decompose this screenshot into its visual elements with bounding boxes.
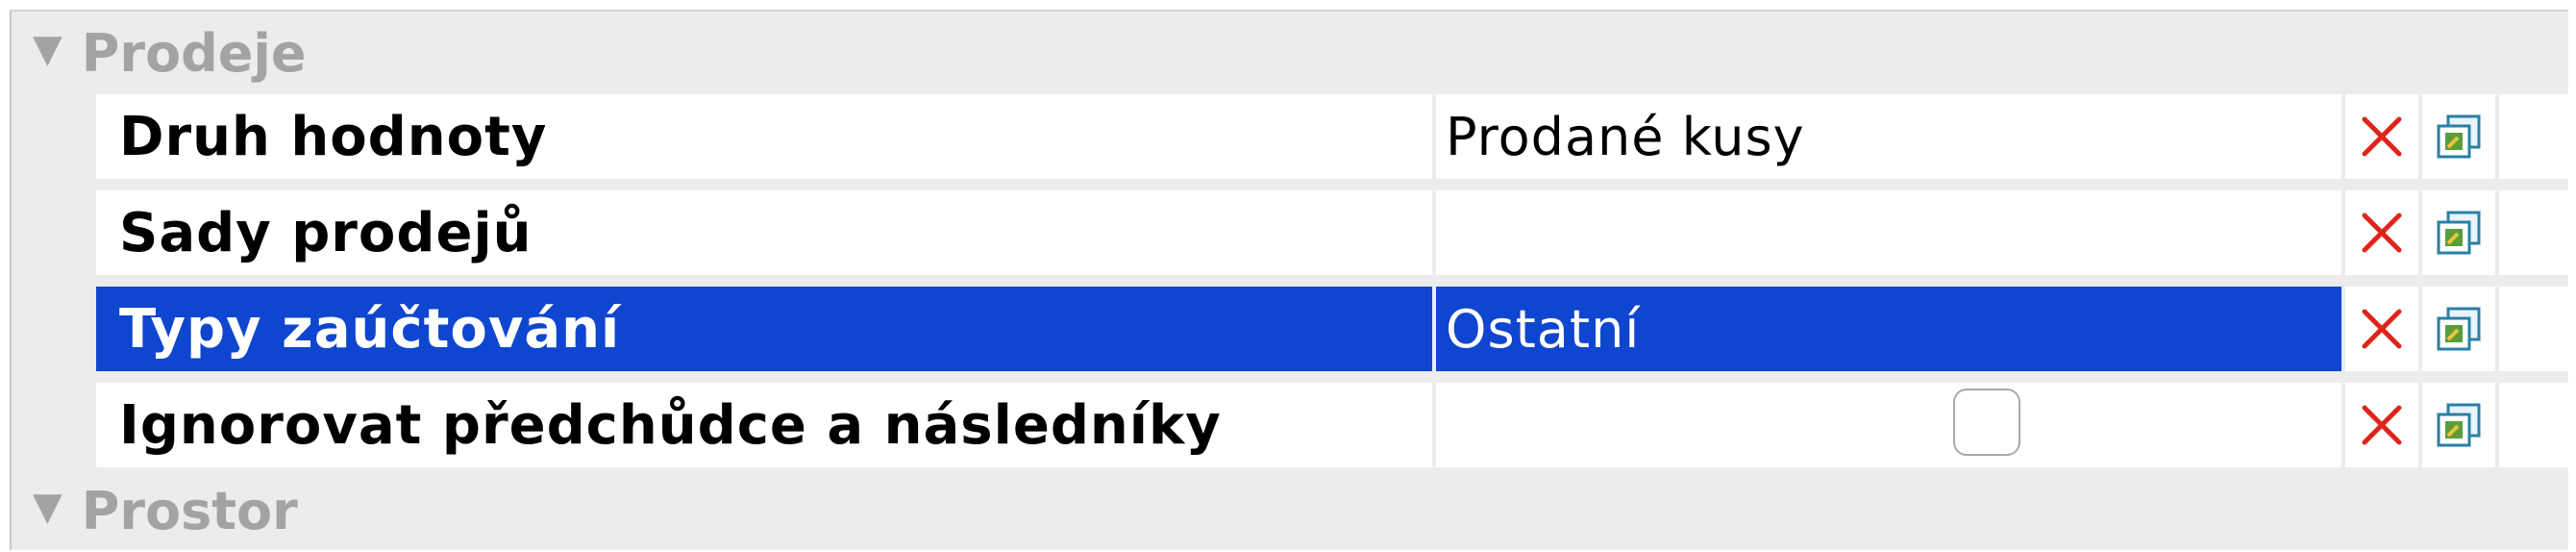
property-label: Typy zaúčtování (96, 287, 1432, 371)
property-value[interactable]: Prodané kusy (1436, 94, 2341, 179)
copy-document-icon[interactable] (2422, 383, 2495, 467)
property-label: Druh hodnoty (96, 94, 1432, 179)
row-tail (2499, 287, 2576, 371)
property-value-cell (1436, 383, 2341, 467)
copy-document-icon[interactable] (2422, 190, 2495, 275)
copy-document-icon[interactable] (2422, 287, 2495, 371)
property-row-druh-hodnoty[interactable]: Druh hodnoty Prodané kusy (96, 94, 2576, 185)
remove-icon[interactable] (2345, 287, 2418, 371)
triangle-down-icon[interactable]: ▼ (33, 485, 62, 529)
property-row-sady-prodeju[interactable]: Sady prodejů (96, 190, 2576, 281)
property-row-typy-zauctovani[interactable]: Typy zaúčtování Ostatní (96, 287, 2576, 377)
copy-document-icon[interactable] (2422, 94, 2495, 179)
property-label: Sady prodejů (96, 190, 1432, 275)
triangle-down-icon[interactable]: ▼ (33, 27, 62, 71)
property-value[interactable] (1436, 190, 2341, 275)
section-header-prostor[interactable]: ▼ Prostor (33, 469, 298, 552)
property-label: Ignorovat předchůdce a následníky (96, 383, 1432, 467)
property-row-ignorovat-predchudce[interactable]: Ignorovat předchůdce a následníky (96, 383, 2576, 473)
remove-icon[interactable] (2345, 383, 2418, 467)
section-title: Prostor (81, 480, 298, 541)
section-title: Prodeje (81, 22, 307, 84)
remove-icon[interactable] (2345, 94, 2418, 179)
properties-panel: ▼ Prodeje Druh hodnoty Prodané kusy Sady… (10, 10, 2576, 552)
property-value[interactable]: Ostatní (1436, 287, 2341, 371)
section-header-prodeje[interactable]: ▼ Prodeje (33, 12, 306, 94)
ignore-predecessors-checkbox[interactable] (1953, 389, 2020, 456)
row-tail (2499, 94, 2576, 179)
row-tail (2499, 383, 2576, 467)
remove-icon[interactable] (2345, 190, 2418, 275)
row-tail (2499, 190, 2576, 275)
